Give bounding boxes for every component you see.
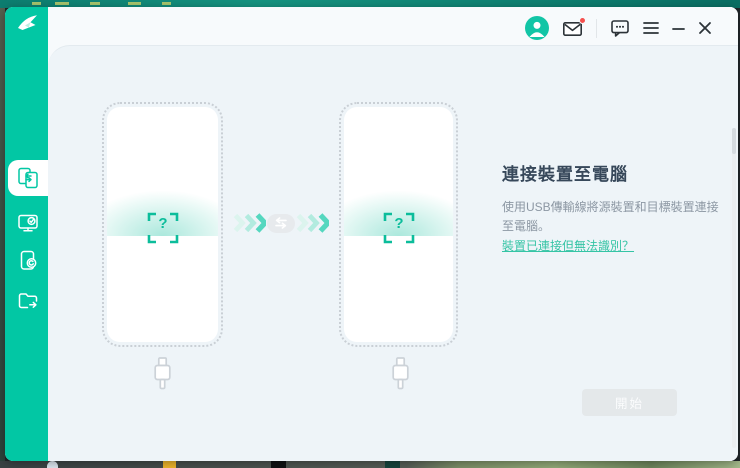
phone-restore-icon	[17, 250, 39, 272]
connect-instructions: 使用USB傳輸線將源裝置和目標裝置連接至電腦。	[502, 200, 719, 233]
sidebar-item-computer-transfer[interactable]	[5, 205, 48, 243]
desktop-taskbar-strip	[0, 461, 740, 468]
target-device-placeholder: ?	[394, 215, 404, 232]
scrollbar-track	[732, 128, 736, 448]
close-icon[interactable]	[698, 21, 712, 35]
transfer-direction-indicator	[233, 213, 329, 233]
target-device-scan-frame: ?	[383, 212, 415, 244]
taskbar-icon	[385, 461, 400, 468]
content-panel: ? ? 連接裝置至電腦 使用USB傳輸線將源裝置和目標裝置連接至電腦。 裝置已連…	[48, 45, 738, 461]
envelope-icon[interactable]	[562, 16, 586, 37]
user-avatar-icon[interactable]	[525, 16, 549, 40]
chevrons-right-group	[296, 213, 329, 233]
computer-check-icon	[17, 212, 39, 234]
sidebar	[5, 7, 48, 461]
source-device-placeholder: ?	[158, 215, 168, 232]
start-button[interactable]: 開始	[582, 389, 677, 416]
device-not-recognized-link[interactable]: 裝置已連接但無法識別？	[502, 237, 634, 254]
source-device-slot[interactable]: ?	[102, 102, 223, 347]
usb-plug-icon	[152, 357, 173, 390]
sidebar-item-data-export[interactable]	[5, 283, 48, 321]
phone-transfer-icon	[17, 167, 39, 189]
notification-dot	[579, 16, 586, 24]
usb-plug-icon	[390, 357, 411, 390]
source-device-scan-frame: ?	[147, 212, 179, 244]
chat-bubble-icon[interactable]	[610, 18, 630, 38]
taskbar-icon	[47, 461, 58, 468]
taskbar-icon	[271, 461, 286, 468]
target-device-slot[interactable]: ?	[339, 102, 458, 347]
titlebar-divider	[596, 18, 597, 38]
scrollbar-thumb[interactable]	[732, 128, 736, 154]
taskbar-icon	[163, 461, 176, 468]
titlebar-actions	[525, 14, 712, 42]
swap-arrows-icon	[267, 213, 295, 233]
hamburger-menu-icon[interactable]	[643, 21, 659, 35]
app-window: ? ? 連接裝置至電腦 使用USB傳輸線將源裝置和目標裝置連接至電腦。 裝置已連…	[5, 7, 738, 461]
chevrons-left-group	[233, 213, 266, 233]
minimize-icon[interactable]	[672, 21, 685, 35]
brand-swoosh-logo-icon	[16, 13, 40, 35]
page-title: 連接裝置至電腦	[502, 165, 628, 184]
sidebar-item-phone-to-phone-transfer[interactable]	[8, 160, 48, 196]
sidebar-item-phone-backup-restore[interactable]	[5, 243, 48, 281]
folder-export-icon	[17, 290, 39, 312]
